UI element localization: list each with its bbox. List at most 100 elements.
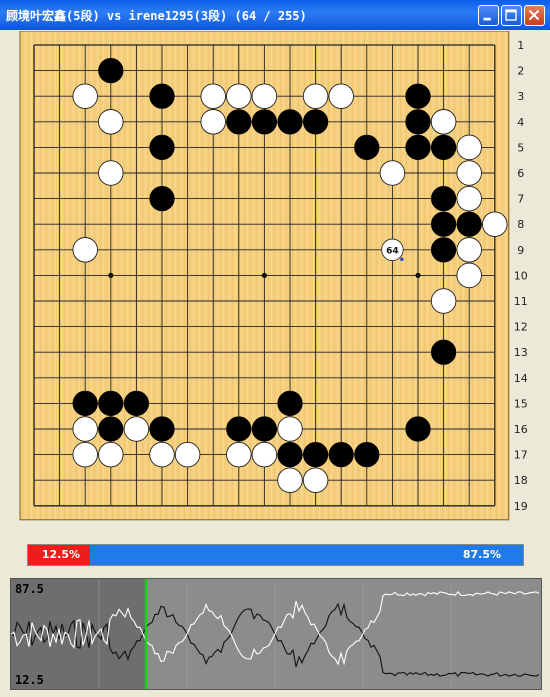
- white-stone[interactable]: [302, 83, 329, 109]
- black-stone[interactable]: [277, 390, 303, 417]
- white-stone[interactable]: [456, 134, 482, 161]
- black-stone[interactable]: [405, 109, 431, 135]
- white-stone[interactable]: [456, 237, 482, 263]
- white-stone[interactable]: [277, 416, 303, 442]
- black-stone[interactable]: [149, 186, 175, 212]
- black-stone[interactable]: [303, 109, 329, 135]
- last-move-marker: [400, 257, 404, 261]
- black-stone[interactable]: [431, 134, 457, 160]
- row-label: 17: [514, 449, 528, 462]
- white-stone[interactable]: [302, 467, 329, 493]
- white-stone[interactable]: [200, 109, 226, 135]
- black-stone[interactable]: [328, 442, 354, 468]
- black-stone[interactable]: [149, 416, 175, 442]
- graph-top-label: 87.5: [15, 582, 44, 596]
- black-stone[interactable]: [456, 211, 482, 237]
- win-rate-graph[interactable]: 87.5 12.5: [10, 578, 542, 690]
- black-stone[interactable]: [149, 134, 175, 160]
- white-stone[interactable]: [277, 467, 303, 493]
- white-stone[interactable]: [72, 83, 98, 109]
- black-stone[interactable]: [354, 442, 380, 468]
- white-stone[interactable]: [123, 416, 150, 442]
- row-label: 16: [514, 423, 528, 436]
- white-stone[interactable]: [456, 185, 482, 212]
- white-stone[interactable]: [430, 109, 457, 135]
- white-stone[interactable]: [72, 416, 98, 442]
- white-stone[interactable]: [98, 109, 124, 135]
- window-title: 顾境叶宏鑫(5段) vs irene1295(3段) (64 / 255): [6, 9, 307, 23]
- white-stone[interactable]: [200, 83, 226, 109]
- black-stone[interactable]: [405, 134, 431, 160]
- white-stone[interactable]: [251, 441, 278, 468]
- row-label: 1: [517, 39, 524, 52]
- black-stone[interactable]: [431, 186, 457, 212]
- white-stone[interactable]: [98, 441, 124, 468]
- row-label: 4: [517, 116, 524, 129]
- black-stone[interactable]: [98, 57, 124, 84]
- black-stone[interactable]: [303, 442, 329, 468]
- black-stone[interactable]: [226, 109, 252, 135]
- row-label: 10: [514, 269, 528, 282]
- row-label: 6: [517, 167, 524, 180]
- maximize-icon: [505, 9, 517, 21]
- close-button[interactable]: [524, 5, 545, 26]
- white-stone[interactable]: [379, 160, 406, 186]
- black-stone[interactable]: [98, 416, 124, 442]
- row-label: 15: [514, 397, 528, 410]
- white-stone[interactable]: [456, 262, 482, 289]
- black-stone[interactable]: [431, 339, 457, 365]
- black-stone[interactable]: [123, 390, 149, 417]
- white-stone[interactable]: [226, 83, 252, 109]
- row-label: 7: [517, 193, 524, 206]
- white-stone[interactable]: [174, 441, 201, 468]
- black-stone[interactable]: [72, 390, 98, 417]
- row-label: 8: [517, 218, 524, 231]
- white-stone[interactable]: [430, 288, 457, 314]
- white-stone[interactable]: [328, 83, 354, 109]
- row-label: 12: [514, 321, 528, 334]
- star-point: [108, 272, 114, 278]
- star-point: [415, 272, 421, 278]
- white-stone[interactable]: [72, 441, 98, 468]
- minimize-button[interactable]: [478, 5, 499, 26]
- black-stone[interactable]: [431, 237, 457, 263]
- black-stone[interactable]: [277, 442, 303, 468]
- go-board[interactable]: 12345678910111213141516171819ABCDEFGHIJK…: [4, 31, 546, 521]
- go-board-area[interactable]: 12345678910111213141516171819ABCDEFGHIJK…: [4, 31, 546, 521]
- black-stone[interactable]: [226, 416, 252, 442]
- row-label: 2: [517, 65, 524, 78]
- black-stone[interactable]: [251, 109, 277, 135]
- white-stone[interactable]: [149, 441, 175, 468]
- white-stone[interactable]: [98, 160, 124, 186]
- row-label: 18: [514, 474, 528, 487]
- row-label: 5: [517, 141, 524, 154]
- black-stone[interactable]: [431, 211, 457, 237]
- black-stone[interactable]: [405, 416, 431, 442]
- black-stone[interactable]: [98, 390, 124, 417]
- row-label: 9: [517, 244, 524, 257]
- white-win-ratio: 87.5%: [90, 545, 523, 565]
- black-stone[interactable]: [251, 416, 277, 442]
- black-stone[interactable]: [149, 83, 175, 109]
- win-rate-graph-plot[interactable]: [11, 579, 541, 689]
- black-stone[interactable]: [405, 83, 431, 109]
- minimize-icon: [483, 17, 491, 21]
- title-bar[interactable]: 顾境叶宏鑫(5段) vs irene1295(3段) (64 / 255): [0, 0, 550, 30]
- close-icon: [528, 9, 540, 21]
- star-point: [261, 272, 267, 278]
- row-label: 3: [517, 90, 524, 103]
- last-move-number: 64: [386, 246, 399, 256]
- graph-bottom-label: 12.5: [15, 673, 44, 687]
- row-label: 13: [514, 346, 528, 359]
- maximize-button[interactable]: [501, 5, 522, 26]
- row-label: 19: [514, 500, 528, 513]
- white-stone[interactable]: [482, 211, 508, 237]
- black-stone[interactable]: [277, 109, 303, 135]
- white-stone[interactable]: [72, 237, 98, 263]
- white-stone[interactable]: [456, 160, 482, 186]
- white-stone[interactable]: [226, 441, 252, 468]
- app-window: 顾境叶宏鑫(5段) vs irene1295(3段) (64 / 255) 12…: [0, 0, 550, 697]
- row-label: 14: [514, 372, 528, 385]
- white-stone[interactable]: [251, 83, 278, 109]
- black-stone[interactable]: [354, 134, 380, 160]
